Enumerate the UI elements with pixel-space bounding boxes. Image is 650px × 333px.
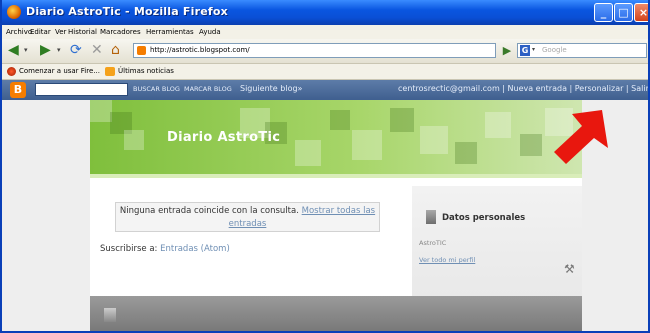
author-name[interactable]: AstroTIC — [419, 239, 446, 247]
atom-feed-link[interactable]: Entradas (Atom) — [160, 244, 230, 254]
navigation-toolbar: ◀ ▾ ▶ ▾ ⟳ ✕ ⌂ http://astrotic.blogspot.c… — [2, 39, 648, 64]
url-text: http://astrotic.blogspot.com/ — [150, 46, 250, 54]
search-box[interactable]: G ▾ Google — [517, 43, 647, 58]
menu-bar: Archivo Editar Ver Historial Marcadores … — [2, 25, 648, 39]
search-placeholder: Google — [542, 46, 567, 54]
bookmark-getting-started[interactable]: Comenzar a usar Fire... — [19, 67, 100, 75]
firefox-icon — [7, 5, 21, 19]
forward-arrow-icon[interactable]: ▶ — [40, 42, 51, 59]
message-text: Ninguna entrada coincide con la consulta… — [119, 206, 299, 216]
blog-content: Diario AstroTic Ninguna entrada coincide… — [90, 100, 582, 331]
go-button-icon[interactable]: ▶ — [500, 43, 514, 58]
blogger-navbar: B BUSCAR BLOG MARCAR BLOG Siguiente blog… — [2, 80, 648, 100]
view-profile-link[interactable]: Ver todo mi perfil — [419, 256, 475, 264]
stop-icon[interactable]: ✕ — [91, 42, 103, 59]
blogger-logo-icon[interactable]: B — [10, 82, 26, 98]
bookmarks-toolbar: Comenzar a usar Fire... Últimas noticias — [2, 64, 648, 80]
title-bar: Diario AstroTic - Mozilla Firefox _ □ × — [2, 0, 648, 25]
menu-herramientas[interactable]: Herramientas — [146, 28, 194, 36]
back-dropdown-icon[interactable]: ▾ — [24, 42, 28, 59]
subscribe-line: Suscribirse a: Entradas (Atom) — [100, 244, 230, 254]
maximize-button[interactable]: □ — [614, 3, 633, 22]
address-bar[interactable]: http://astrotic.blogspot.com/ ▾ — [133, 43, 621, 58]
home-icon[interactable]: ⌂ — [111, 42, 120, 59]
firefox-icon — [7, 67, 16, 76]
next-blog-link[interactable]: Siguiente blog» — [240, 84, 302, 93]
blog-header: Diario AstroTic — [90, 100, 582, 178]
google-engine-icon[interactable]: G — [520, 45, 530, 56]
subscribe-label: Suscribirse a: — [100, 244, 158, 254]
forward-dropdown-icon[interactable]: ▾ — [57, 42, 61, 59]
account-links[interactable]: centrosrectic@gmail.com | Nueva entrada … — [398, 84, 648, 93]
blog-footer — [90, 296, 582, 331]
reload-icon[interactable]: ⟳ — [70, 42, 82, 59]
sidebar-heading: Datos personales — [442, 213, 526, 223]
menu-historial[interactable]: Historial — [68, 28, 97, 36]
wrench-screwdriver-icon[interactable]: ⚒ — [564, 262, 575, 276]
close-button[interactable]: × — [634, 3, 648, 22]
menu-marcadores[interactable]: Marcadores — [100, 28, 141, 36]
browser-window: Diario AstroTic - Mozilla Firefox _ □ × … — [0, 0, 650, 333]
back-arrow-icon[interactable]: ◀ — [8, 42, 19, 59]
flag-blog-button[interactable]: MARCAR BLOG — [184, 85, 232, 93]
blog-search-input[interactable] — [35, 83, 128, 96]
menu-editar[interactable]: Editar — [30, 28, 51, 36]
rss-feed-icon — [105, 67, 115, 76]
profile-widget-icon — [426, 210, 436, 224]
engine-dropdown-icon[interactable]: ▾ — [532, 46, 535, 53]
search-blog-button[interactable]: BUSCAR BLOG — [133, 85, 180, 93]
bookmark-latest-news[interactable]: Últimas noticias — [118, 67, 174, 75]
annotation-arrow-icon — [554, 110, 608, 164]
blogger-favicon-icon — [137, 46, 146, 55]
footer-widget-icon — [104, 308, 116, 322]
blog-title[interactable]: Diario AstroTic — [167, 130, 280, 145]
menu-archivo[interactable]: Archivo — [6, 28, 32, 36]
menu-ayuda[interactable]: Ayuda — [199, 28, 221, 36]
minimize-button[interactable]: _ — [594, 3, 613, 22]
menu-ver[interactable]: Ver — [55, 28, 66, 36]
no-results-message: Ninguna entrada coincide con la consulta… — [115, 202, 380, 232]
window-title: Diario AstroTic - Mozilla Firefox — [26, 5, 228, 18]
